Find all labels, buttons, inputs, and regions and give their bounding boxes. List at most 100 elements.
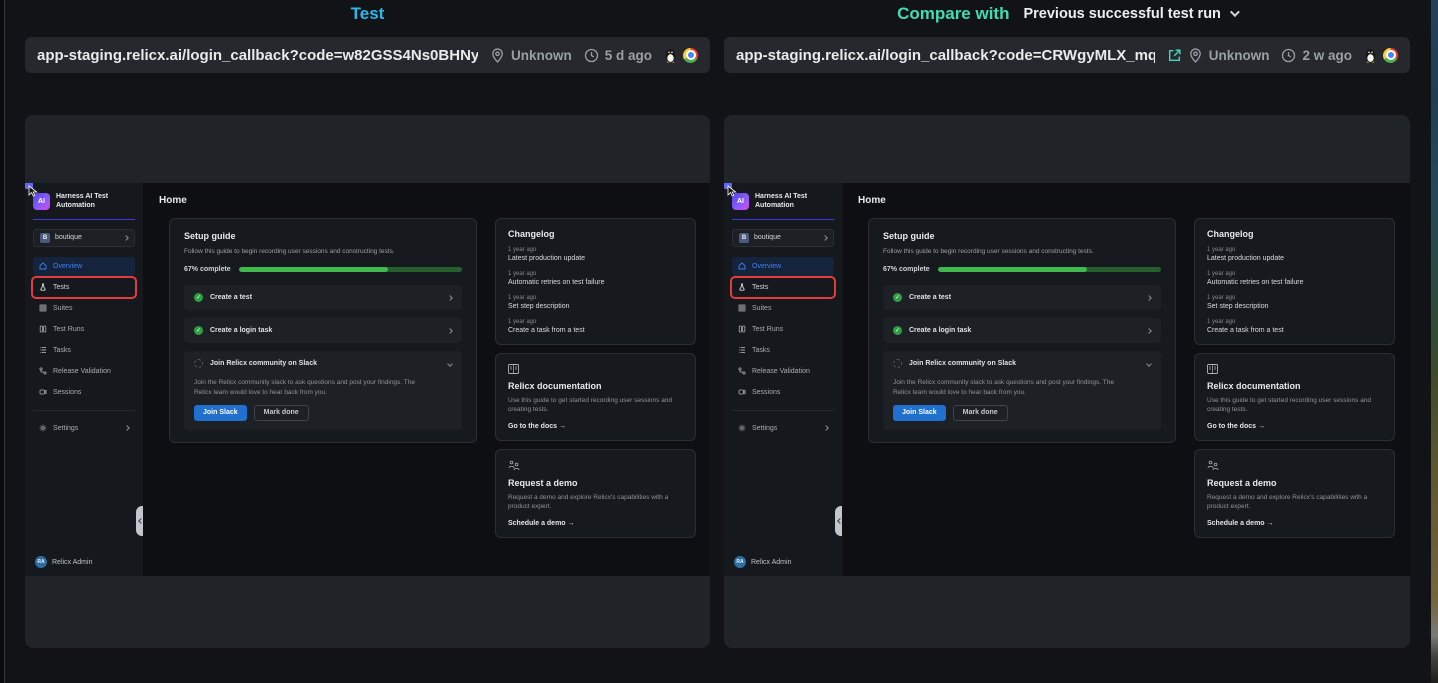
sidebar-item-release-validation[interactable]: Release Validation [33,362,135,381]
app-page-header: Home [143,183,710,216]
documentation-body: Use this guide to get started recording … [508,396,683,415]
setup-step-create-login-task[interactable]: ✓ Create a login task [883,318,1161,343]
sidebar-item-overview[interactable]: Overview [33,257,135,276]
join-slack-button[interactable]: Join Slack [194,405,247,421]
sidebar-collapse-handle[interactable] [136,506,143,536]
cursor-arrow-icon [28,185,39,197]
list-icon [738,346,746,354]
changelog-time: 1 year ago [508,247,683,253]
changelog-time: 1 year ago [1207,271,1382,277]
sidebar-collapse-handle[interactable] [835,506,842,536]
setup-step-create-login-task[interactable]: ✓ Create a login task [184,318,462,343]
list-icon [39,346,47,354]
sidebar-item-suites[interactable]: Suites [732,299,834,318]
flask-icon [39,283,47,291]
progress-label: 67% complete [883,266,930,273]
compare-run-dropdown[interactable]: Previous successful test run [1023,6,1236,22]
project-badge: B [739,233,749,243]
clock-icon [1281,48,1296,63]
brand-divider [33,219,135,220]
sidebar-item-sessions[interactable]: Sessions [732,383,834,402]
changelog-title: Changelog [1207,229,1382,239]
avatar: RA [35,556,47,568]
schedule-demo-link[interactable]: Schedule a demo → [508,520,683,527]
project-badge: B [40,233,50,243]
progress-bar [239,267,462,272]
user-menu[interactable]: RA Relicx Admin [33,556,135,568]
project-name: boutique [754,234,818,241]
setup-guide-subtitle: Follow this guide to begin recording use… [883,247,1161,256]
schedule-demo-link[interactable]: Schedule a demo → [1207,520,1382,527]
setup-step-join-slack[interactable]: Join Relicx community on Slack Join the … [184,351,462,430]
test-title: Test [351,4,385,24]
app-main: Home Setup guide Follow this guide to be… [143,183,710,576]
setup-step-create-test[interactable]: ✓ Create a test [883,285,1161,310]
demo-title: Request a demo [508,478,683,488]
brand: AI Harness AI Test Automation [33,192,135,211]
cursor-arrow-icon [727,185,738,197]
people-icon [1207,460,1382,473]
brand: AI Harness AI Test Automation [732,192,834,211]
mark-done-button[interactable]: Mark done [254,405,309,421]
sidebar-item-sessions[interactable]: Sessions [33,383,135,402]
setup-step-create-test[interactable]: ✓ Create a test [184,285,462,310]
chevron-right-icon [823,426,829,432]
external-link-icon[interactable] [1167,48,1182,63]
compare-screenshot: AI Harness AI Test Automation B boutique… [724,183,1410,576]
location-pin-icon [490,48,505,63]
sidebar-item-tests[interactable]: Tests [732,278,834,297]
project-selector[interactable]: B boutique [33,229,135,247]
compare-run-dropdown-value: Previous successful test run [1023,6,1220,22]
progress-label: 67% complete [184,266,231,273]
mark-done-button[interactable]: Mark done [953,405,1008,421]
changelog-entry: Create a task from a test [508,327,683,334]
chevron-right-icon [1146,328,1152,334]
sidebar-item-settings[interactable]: Settings [33,419,135,438]
changelog-time: 1 year ago [1207,247,1382,253]
sidebar-item-tasks[interactable]: Tasks [33,341,135,360]
chrome-icon [683,48,698,63]
step-description: Join the Relicx community slack to ask q… [184,378,440,397]
chevron-right-icon [447,295,453,301]
book-icon [508,364,683,376]
changelog-entry: Automatic retries on test failure [1207,279,1382,286]
documentation-title: Relicx documentation [508,381,683,391]
setup-step-join-slack[interactable]: Join Relicx community on Slack Join the … [883,351,1161,430]
sidebar-item-suites[interactable]: Suites [33,299,135,318]
video-icon [39,388,47,396]
location-label: Unknown [1209,48,1270,63]
location-pin-icon [1188,48,1203,63]
go-to-docs-link[interactable]: Go to the docs → [1207,423,1382,430]
sidebar-item-test-runs[interactable]: Test Runs [732,320,834,339]
sidebar-nav: Overview Tests Suites Test Runs Tasks Re… [33,257,135,402]
check-circle-icon: ✓ [893,326,902,335]
compare-url-bar[interactable]: app-staging.relicx.ai/login_callback?cod… [724,37,1410,73]
test-runs-icon [738,325,746,333]
join-slack-button[interactable]: Join Slack [893,405,946,421]
check-circle-icon: ✓ [194,293,203,302]
sidebar-item-tasks[interactable]: Tasks [732,341,834,360]
demo-body: Request a demo and explore Relicx's capa… [1207,493,1382,512]
sidebar-item-tests[interactable]: Tests [33,278,135,297]
setup-guide-card: Setup guide Follow this guide to begin r… [868,218,1176,443]
sidebar-item-overview[interactable]: Overview [732,257,834,276]
compare-screenshot-panel: AI Harness AI Test Automation B boutique… [724,115,1410,648]
project-selector[interactable]: B boutique [732,229,834,247]
changelog-entry: Create a task from a test [1207,327,1382,334]
user-menu[interactable]: RA Relicx Admin [732,556,834,568]
gear-icon [738,424,746,432]
documentation-title: Relicx documentation [1207,381,1382,391]
sidebar-item-settings[interactable]: Settings [732,419,834,438]
test-run-column: Test app-staging.relicx.ai/login_callbac… [25,0,710,683]
check-circle-icon: ✓ [893,293,902,302]
sidebar-item-test-runs[interactable]: Test Runs [33,320,135,339]
go-to-docs-link[interactable]: Go to the docs → [508,423,683,430]
sidebar-divider [33,410,135,411]
demo-card: Request a demo Request a demo and explor… [495,449,696,538]
page-title: Home [858,195,886,206]
chevron-down-icon [447,361,453,367]
progress-bar [938,267,1161,272]
sidebar-item-release-validation[interactable]: Release Validation [732,362,834,381]
test-run-url-bar[interactable]: app-staging.relicx.ai/login_callback?cod… [25,37,710,73]
user-name: Relicx Admin [52,559,92,566]
